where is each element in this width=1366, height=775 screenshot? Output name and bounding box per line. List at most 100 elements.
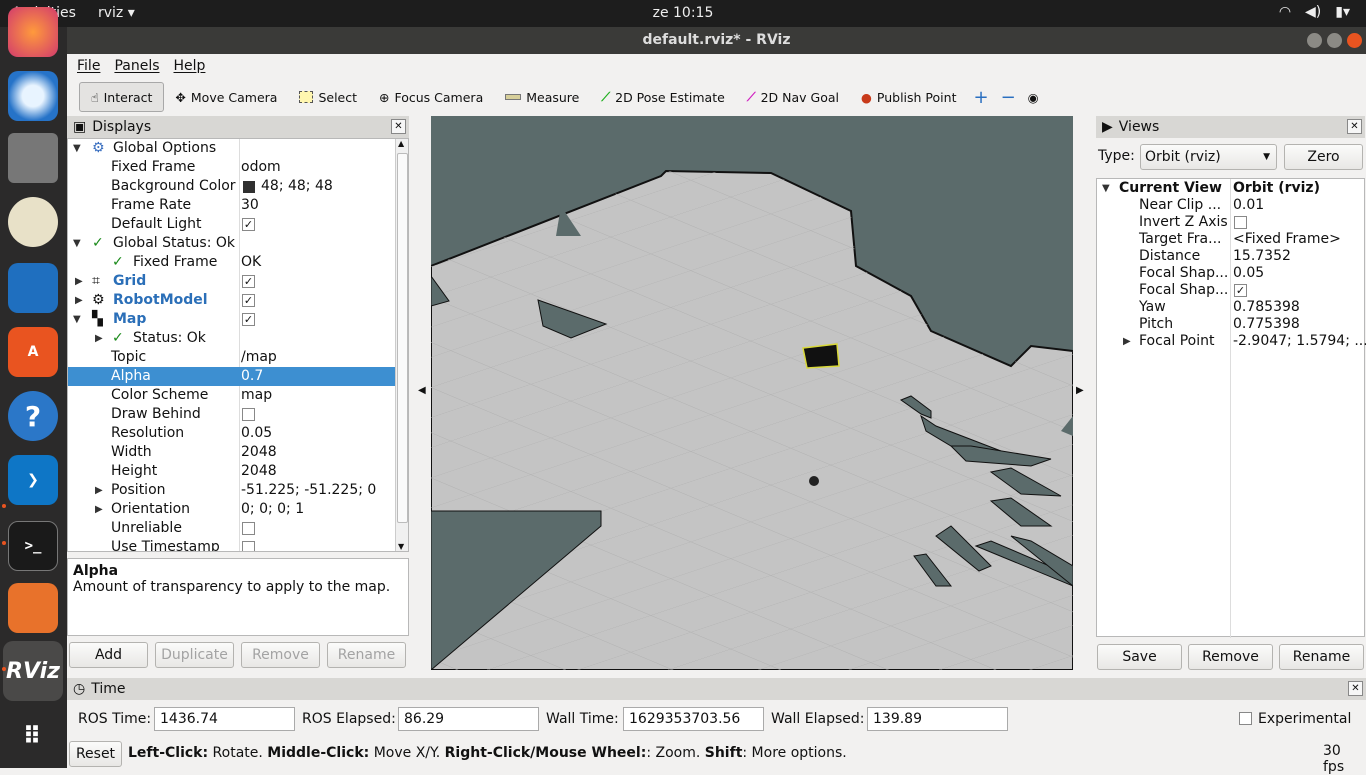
expand-arrow-icon[interactable]: ▼ xyxy=(73,139,81,158)
rviz-icon[interactable]: RViz xyxy=(3,641,63,701)
expand-arrow-icon[interactable]: ▶ xyxy=(75,272,83,291)
unreliable-checkbox[interactable] xyxy=(242,522,255,535)
row-value[interactable]: 30 xyxy=(241,196,259,215)
expand-arrow-icon[interactable]: ▼ xyxy=(73,234,81,253)
rhythmbox-icon[interactable] xyxy=(8,197,58,247)
software-icon[interactable]: A xyxy=(8,327,58,377)
clock[interactable]: ze 10:15 xyxy=(0,5,1366,21)
tree-row-status-fixed-frame[interactable]: ✓ Fixed Frame OK xyxy=(68,253,395,272)
row-value[interactable]: 48; 48; 48 xyxy=(261,177,333,196)
close-button[interactable] xyxy=(1347,33,1362,48)
tree-row-resolution[interactable]: Resolution 0.05 xyxy=(68,424,395,443)
tree-row-color-scheme[interactable]: Color Scheme map xyxy=(68,386,395,405)
expand-arrow-icon[interactable]: ▶ xyxy=(95,481,103,500)
tree-row-height[interactable]: Height 2048 xyxy=(68,462,395,481)
tree-row-orientation[interactable]: ▶ Orientation 0; 0; 0; 1 xyxy=(68,500,395,519)
stack-icon[interactable] xyxy=(8,583,58,633)
default-light-checkbox[interactable]: ✓ xyxy=(242,218,255,231)
wall-elapsed-field[interactable]: 139.89 xyxy=(867,707,1008,731)
focal-shape-fixed-checkbox[interactable]: ✓ xyxy=(1234,284,1247,297)
writer-icon[interactable] xyxy=(8,263,58,313)
tree-row-draw-behind[interactable]: Draw Behind xyxy=(68,405,395,424)
interact-tool[interactable]: ☝ Interact xyxy=(79,82,165,112)
grid-checkbox[interactable]: ✓ xyxy=(242,275,255,288)
robot-model-checkbox[interactable]: ✓ xyxy=(242,294,255,307)
tree-row-global-options[interactable]: ▼ ⚙ Global Options xyxy=(68,139,395,158)
menu-help[interactable]: Help xyxy=(174,58,206,74)
maximize-button[interactable] xyxy=(1327,33,1342,48)
view-row-focal-point[interactable]: ▶ Focal Point -2.9047; 1.5794; ... xyxy=(1097,332,1366,351)
tree-row-unreliable[interactable]: Unreliable xyxy=(68,519,395,538)
publish-point-tool[interactable]: ● Publish Point xyxy=(850,82,968,112)
focus-camera-tool[interactable]: ⊕ Focus Camera xyxy=(368,82,494,112)
invert-z-checkbox[interactable] xyxy=(1234,216,1247,229)
tree-row-map[interactable]: ▼ ▚ Map ✓ xyxy=(68,310,395,329)
tree-row-width[interactable]: Width 2048 xyxy=(68,443,395,462)
reset-button[interactable]: Reset xyxy=(69,741,122,767)
scroll-down-icon[interactable]: ▼ xyxy=(398,542,404,551)
scrollbar-thumb[interactable] xyxy=(397,153,408,523)
minimize-button[interactable] xyxy=(1307,33,1322,48)
tree-row-position[interactable]: ▶ Position -51.225; -51.225; 0 xyxy=(68,481,395,500)
move-camera-tool[interactable]: ✥ Move Camera xyxy=(164,82,288,112)
remove-display-button[interactable]: Remove xyxy=(241,642,320,668)
tree-row-use-timestamp[interactable]: Use Timestamp xyxy=(68,538,395,551)
expand-arrow-icon[interactable]: ▶ xyxy=(75,291,83,310)
expand-arrow-icon[interactable]: ▶ xyxy=(95,500,103,519)
row-value[interactable]: /map xyxy=(241,348,277,367)
menu-panels[interactable]: Panels xyxy=(114,58,159,74)
save-view-button[interactable]: Save xyxy=(1097,644,1182,670)
help-icon[interactable]: ? xyxy=(8,391,58,441)
map-checkbox[interactable]: ✓ xyxy=(242,313,255,326)
duplicate-display-button[interactable]: Duplicate xyxy=(155,642,234,668)
panels-visibility-button[interactable]: ◉ xyxy=(1022,82,1045,112)
tree-row-default-light[interactable]: Default Light ✓ xyxy=(68,215,395,234)
scroll-up-icon[interactable]: ▲ xyxy=(398,139,404,148)
tree-row-topic[interactable]: Topic/map xyxy=(68,348,395,367)
row-value[interactable]: 0.7 xyxy=(241,367,263,386)
close-icon[interactable]: ✕ xyxy=(391,119,406,134)
ros-elapsed-field[interactable]: 86.29 xyxy=(398,707,539,731)
tree-row-background-color[interactable]: Background Color 48; 48; 48 xyxy=(68,177,395,196)
expand-arrow-icon[interactable]: ▶ xyxy=(95,329,103,348)
pose-estimate-tool[interactable]: ⟋ 2D Pose Estimate xyxy=(590,82,735,112)
wall-time-field[interactable]: 1629353703.56 xyxy=(623,707,764,731)
row-value[interactable]: odom xyxy=(241,158,281,177)
collapse-left-icon[interactable]: ◀ xyxy=(418,385,426,396)
color-swatch[interactable] xyxy=(243,181,255,193)
nav-goal-tool[interactable]: ⟋ 2D Nav Goal xyxy=(736,82,850,112)
files-icon[interactable] xyxy=(8,133,58,183)
render-viewport[interactable] xyxy=(431,116,1073,670)
app-grid-icon[interactable]: ⠿ xyxy=(8,711,58,761)
draw-behind-checkbox[interactable] xyxy=(242,408,255,421)
tree-row-frame-rate[interactable]: Frame Rate 30 xyxy=(68,196,395,215)
expand-arrow-icon[interactable]: ▶ xyxy=(1123,332,1131,351)
remove-view-button[interactable]: Remove xyxy=(1188,644,1273,670)
measure-tool[interactable]: Measure xyxy=(494,82,590,112)
app-menu[interactable]: rviz ▾ xyxy=(98,5,135,21)
tree-row-robot-model[interactable]: ▶ ⚙ RobotModel ✓ xyxy=(68,291,395,310)
tree-row-global-status[interactable]: ▼ ✓ Global Status: Ok xyxy=(68,234,395,253)
experimental-checkbox[interactable] xyxy=(1239,712,1252,725)
use-timestamp-checkbox[interactable] xyxy=(242,541,255,551)
firefox-icon[interactable] xyxy=(8,7,58,57)
row-value[interactable]: map xyxy=(241,386,272,405)
add-tool-button[interactable]: + xyxy=(967,82,994,112)
tree-row-map-status[interactable]: ▶ ✓ Status: Ok xyxy=(68,329,395,348)
menu-file[interactable]: File xyxy=(77,58,100,74)
close-icon[interactable]: ✕ xyxy=(1347,119,1362,134)
tree-row-grid[interactable]: ▶ ⌗ Grid ✓ xyxy=(68,272,395,291)
collapse-right-icon[interactable]: ▶ xyxy=(1076,385,1084,396)
rename-display-button[interactable]: Rename xyxy=(327,642,406,668)
vscode-icon[interactable]: ❯ xyxy=(8,455,58,505)
terminal-icon[interactable]: >_ xyxy=(8,521,58,571)
add-display-button[interactable]: Add xyxy=(69,642,148,668)
view-type-select[interactable]: Orbit (rviz) ▼ xyxy=(1140,144,1277,170)
tree-row-fixed-frame[interactable]: Fixed Frame odom xyxy=(68,158,395,177)
remove-tool-button[interactable]: − xyxy=(995,82,1022,112)
expand-arrow-icon[interactable]: ▼ xyxy=(73,310,81,329)
tree-row-alpha[interactable]: Alpha 0.7 xyxy=(68,367,395,386)
ros-time-field[interactable]: 1436.74 xyxy=(154,707,295,731)
row-value[interactable]: -2.9047; 1.5794; ... xyxy=(1233,332,1366,351)
zero-view-button[interactable]: Zero xyxy=(1284,144,1363,170)
